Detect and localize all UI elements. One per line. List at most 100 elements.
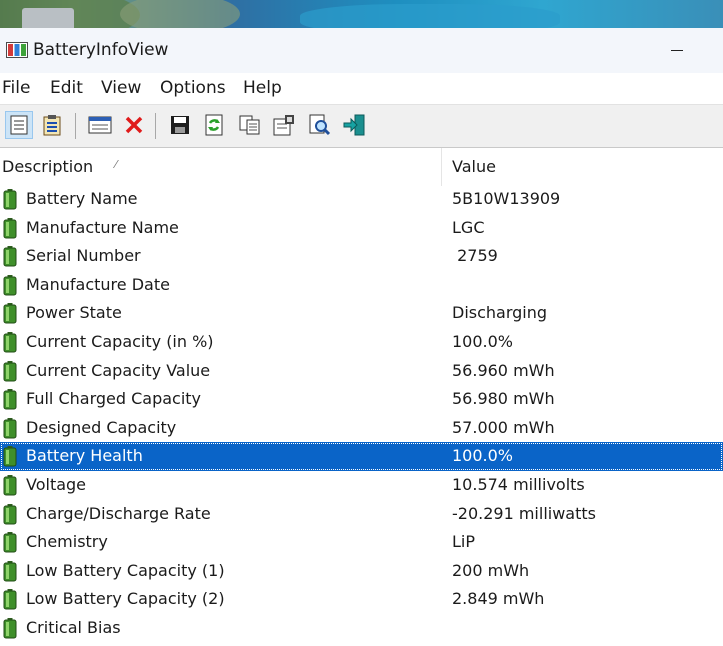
menu-view[interactable]: View <box>101 78 141 98</box>
menu-help[interactable]: Help <box>243 78 282 98</box>
toolbar <box>0 104 723 148</box>
options-button[interactable] <box>86 111 114 139</box>
row-value: 5B10W13909 <box>452 189 561 208</box>
desktop-background <box>0 0 723 28</box>
refresh-icon <box>205 114 223 136</box>
delete-icon <box>125 116 143 134</box>
recycle-bin-icon[interactable] <box>22 8 74 28</box>
menu-bar: File Edit View Options Help <box>0 73 723 104</box>
row-description: Manufacture Name <box>26 217 179 237</box>
row-value: 100.0% <box>452 332 514 351</box>
row-description: Low Battery Capacity (1) <box>26 560 225 580</box>
copy-button[interactable] <box>236 111 264 139</box>
desktop-wallpaper-hill <box>120 0 240 28</box>
battery-icon <box>3 274 17 296</box>
list-row[interactable]: Current Capacity Value 56.960 mWh <box>0 357 723 386</box>
list-row[interactable]: Low Battery Capacity (1) 200 mWh <box>0 557 723 586</box>
menu-file[interactable]: File <box>2 78 30 98</box>
list-row[interactable]: Serial Number 2759 <box>0 242 723 271</box>
battery-icon <box>3 360 17 382</box>
list-row[interactable]: Battery Name 5B10W13909 <box>0 185 723 214</box>
list-row[interactable]: Battery Health 100.0% <box>0 442 723 471</box>
html-report-icon <box>10 115 28 135</box>
row-description: Critical Bias <box>26 618 121 637</box>
list-row[interactable]: Chemistry LiP <box>0 528 723 557</box>
battery-icon <box>3 560 17 582</box>
battery-icon <box>3 417 17 439</box>
row-description: Battery Health <box>26 446 143 466</box>
window-title: BatteryInfoView <box>33 40 169 60</box>
row-value: 57.000 mWh <box>452 417 555 437</box>
row-description: Power State <box>26 303 122 323</box>
battery-icon <box>3 303 17 324</box>
row-value: 56.960 mWh <box>452 360 555 380</box>
toolbar-separator <box>75 113 76 139</box>
list-row[interactable]: Voltage 10.574 millivolts <box>0 471 723 500</box>
row-description: Voltage <box>26 475 87 494</box>
list-row[interactable]: Manufacture Name LGC <box>0 214 723 243</box>
list-row[interactable]: Power State Discharging <box>0 299 723 328</box>
battery-icon <box>3 332 17 353</box>
refresh-button[interactable] <box>200 111 228 139</box>
toolbar-separator <box>155 113 156 139</box>
row-description: Current Capacity (in %) <box>26 332 214 351</box>
column-divider[interactable] <box>441 148 442 186</box>
list-row[interactable]: Manufacture Date <box>0 271 723 300</box>
list-row[interactable]: Designed Capacity 57.000 mWh <box>0 414 723 443</box>
page-properties-button[interactable] <box>270 111 298 139</box>
exit-button[interactable] <box>340 111 368 139</box>
properties-button[interactable] <box>38 111 66 139</box>
row-description: Manufacture Date <box>26 274 170 294</box>
row-value: -20.291 milliwatts <box>452 503 596 523</box>
battery-icon <box>3 475 17 496</box>
row-value: 56.980 mWh <box>452 389 555 409</box>
page-properties-icon <box>273 115 294 136</box>
battery-icon <box>3 618 17 639</box>
window-options-icon <box>88 116 112 134</box>
row-description: Current Capacity Value <box>26 360 211 380</box>
battery-icon <box>3 532 17 553</box>
save-button[interactable] <box>166 111 194 139</box>
list-row[interactable]: Full Charged Capacity 56.980 mWh <box>0 385 723 414</box>
copy-icon <box>239 115 260 135</box>
battery-icon <box>3 189 17 210</box>
list-row[interactable]: Charge/Discharge Rate -20.291 milliwatts <box>0 500 723 529</box>
html-report-button[interactable] <box>5 111 33 139</box>
row-value: LGC <box>452 217 485 237</box>
menu-edit[interactable]: Edit <box>50 78 83 98</box>
battery-icon <box>3 389 17 410</box>
save-icon <box>171 116 189 134</box>
battery-icon <box>3 246 17 267</box>
row-description: Charge/Discharge Rate <box>26 503 211 523</box>
desktop-wallpaper-water <box>300 4 560 28</box>
column-header-value[interactable]: Value <box>452 157 496 176</box>
row-value: 200 mWh <box>452 560 530 580</box>
row-description: Serial Number <box>26 246 141 266</box>
menu-options[interactable]: Options <box>160 78 226 98</box>
row-value: LiP <box>452 532 476 552</box>
find-button[interactable] <box>306 111 334 139</box>
battery-icon <box>3 589 17 610</box>
list-row[interactable]: Critical Bias <box>0 614 723 643</box>
app-icon <box>6 42 28 58</box>
battery-icon <box>3 503 17 525</box>
battery-icon <box>3 217 17 239</box>
find-icon <box>309 114 331 136</box>
row-value: 2.849 mWh <box>452 589 545 609</box>
list-row[interactable]: Current Capacity (in %) 100.0% <box>0 328 723 357</box>
row-description: Battery Name <box>26 189 138 208</box>
sort-indicator-icon: ⁄ <box>115 158 117 171</box>
list-row[interactable]: Low Battery Capacity (2) 2.849 mWh <box>0 585 723 614</box>
row-description: Chemistry <box>26 532 108 552</box>
column-header-description[interactable]: Description <box>2 157 93 176</box>
row-description: Full Charged Capacity <box>26 389 202 409</box>
list-header: Description ⁄ Value <box>0 148 723 186</box>
row-value: 2759 <box>452 246 498 266</box>
battery-icon <box>3 446 17 467</box>
row-value: 10.574 millivolts <box>452 475 585 494</box>
properties-icon <box>43 115 61 136</box>
delete-button[interactable] <box>120 111 148 139</box>
minimize-button[interactable] <box>663 37 693 63</box>
exit-icon <box>343 114 365 136</box>
row-description: Designed Capacity <box>26 417 177 437</box>
